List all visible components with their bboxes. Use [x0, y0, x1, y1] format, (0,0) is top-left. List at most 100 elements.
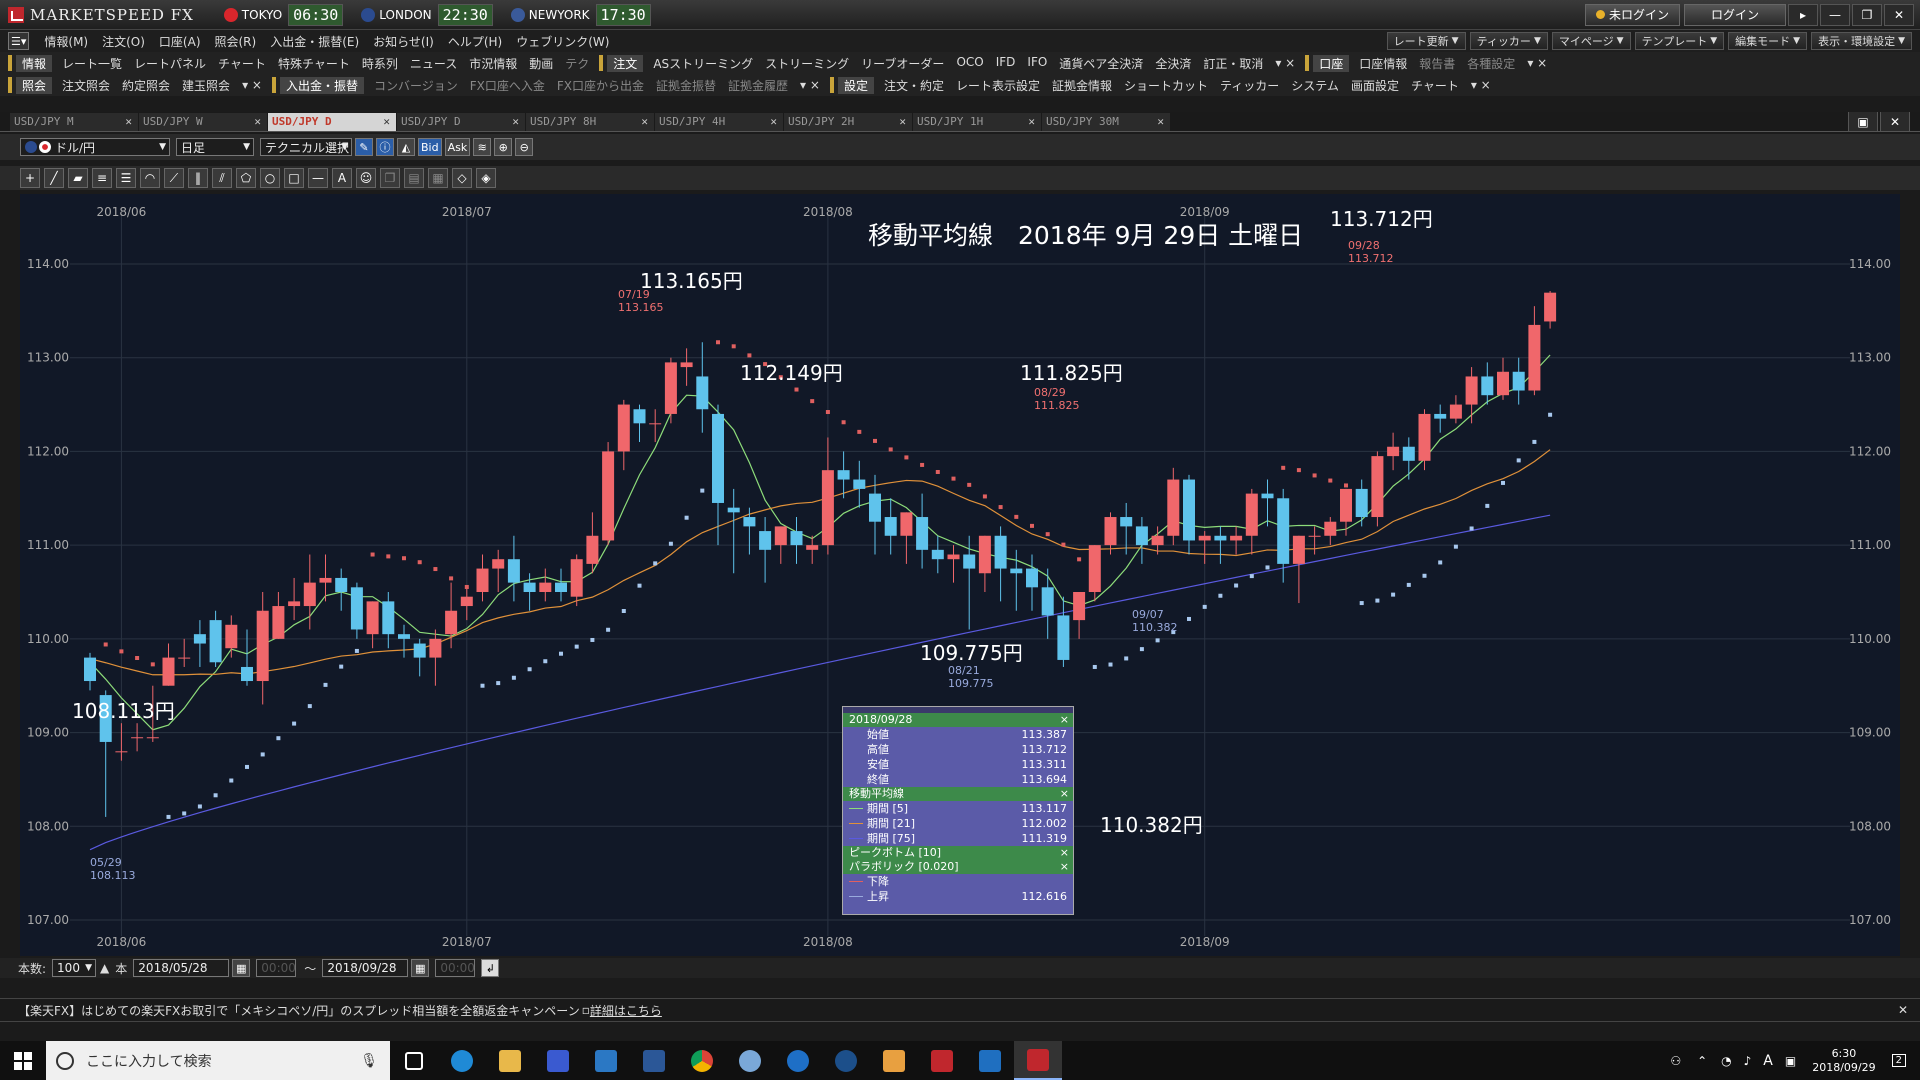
app-icon[interactable]: [822, 1041, 870, 1080]
menu-item[interactable]: お知らせ(I): [366, 33, 441, 50]
outlook-icon[interactable]: [966, 1041, 1014, 1080]
toolbar-item[interactable]: 画面設定: [1345, 77, 1405, 94]
up-icon[interactable]: ▲: [100, 961, 109, 975]
toolbar-item[interactable]: ニュース: [404, 55, 463, 72]
start-button[interactable]: [0, 1041, 46, 1080]
toolbar-item[interactable]: レート一覧: [56, 55, 128, 72]
toolbar-item[interactable]: 注文・約定: [878, 77, 950, 94]
calendar-icon[interactable]: ▦: [232, 959, 251, 977]
microphone-icon[interactable]: 🎙: [360, 1053, 378, 1069]
toolbar-item[interactable]: ショートカット: [1118, 77, 1214, 94]
network-icon[interactable]: ◔: [1721, 1054, 1731, 1068]
toolbar-item[interactable]: チャート: [212, 55, 272, 72]
toolbar-item[interactable]: IFO: [1021, 55, 1053, 72]
people-icon[interactable]: ⚇: [1670, 1054, 1681, 1068]
toolbar-item[interactable]: テク: [559, 55, 595, 72]
menu-right-button[interactable]: 編集モード ▼: [1728, 32, 1808, 50]
copy-icon[interactable]: ❐: [380, 168, 400, 188]
menu-item[interactable]: 照会(R): [208, 33, 264, 50]
close-icon[interactable]: ✕: [254, 115, 261, 128]
rectangle-icon[interactable]: □: [284, 168, 304, 188]
close-icon[interactable]: ✕: [899, 115, 906, 128]
pair-select[interactable]: ドル/円 ▼: [20, 138, 170, 156]
toolbar-item[interactable]: FX口座から出金: [551, 77, 650, 94]
login-status-button[interactable]: 未ログイン: [1584, 3, 1680, 26]
toolbar-item[interactable]: 建玉照会: [176, 77, 236, 94]
calculator-icon[interactable]: [534, 1041, 582, 1080]
keyboard-icon[interactable]: ▣: [1785, 1054, 1796, 1068]
menu-item[interactable]: 入出金・振替(E): [263, 33, 366, 50]
toolbar-item[interactable]: 市況情報: [463, 55, 523, 72]
toolbar-item[interactable]: 動画: [523, 55, 559, 72]
ie-icon[interactable]: [438, 1041, 486, 1080]
dropdown-icon[interactable]: ▾ ×: [1465, 78, 1497, 92]
menu-item[interactable]: 注文(O): [95, 33, 152, 50]
chevron-up-icon[interactable]: ⌃: [1697, 1054, 1707, 1068]
menu-right-button[interactable]: マイページ ▼: [1551, 32, 1631, 50]
tab-chart[interactable]: USD/JPY D ✕: [268, 112, 396, 131]
dropdown-icon[interactable]: ▾ ×: [236, 78, 268, 92]
close-icon[interactable]: ×: [1060, 860, 1069, 874]
pentagon-icon[interactable]: ⬠: [236, 168, 256, 188]
to-time-field[interactable]: 00:00: [435, 959, 476, 977]
toolbar-item[interactable]: システム: [1285, 77, 1345, 94]
close-icon[interactable]: ×: [1060, 787, 1069, 801]
chrome-icon[interactable]: [678, 1041, 726, 1080]
taskbar-clock[interactable]: 6:30 2018/09/29: [1812, 1047, 1875, 1075]
mountain-chart-icon[interactable]: ◭: [397, 138, 415, 156]
close-icon[interactable]: ✕: [512, 115, 519, 128]
paste-icon[interactable]: ▤: [404, 168, 424, 188]
close-icon[interactable]: ✕: [1028, 115, 1035, 128]
ask-button[interactable]: Ask: [444, 138, 471, 156]
paint-icon[interactable]: [726, 1041, 774, 1080]
close-icon[interactable]: ✕: [1884, 3, 1914, 26]
period-select[interactable]: 日足 ▼: [176, 138, 254, 156]
text-icon[interactable]: A: [332, 168, 352, 188]
candle-style-icon[interactable]: ≋: [473, 138, 492, 156]
zoom-in-icon[interactable]: ⊕: [494, 138, 513, 156]
hamburger-icon[interactable]: ☰▾: [8, 32, 30, 50]
zoom-out-icon[interactable]: ⊖: [515, 138, 534, 156]
from-date-field[interactable]: 2018/05/28: [133, 959, 230, 977]
restore-icon[interactable]: ❐: [1852, 3, 1882, 26]
hlines-icon[interactable]: ≡: [92, 168, 112, 188]
notification-icon[interactable]: 2: [1891, 1054, 1906, 1067]
fib-lines-icon[interactable]: ☰: [116, 168, 136, 188]
toolbar-item[interactable]: 注文照会: [56, 77, 116, 94]
login-button[interactable]: ログイン: [1684, 3, 1786, 26]
toolbar-item[interactable]: コンバージョン: [368, 77, 464, 94]
delete-icon[interactable]: ▦: [428, 168, 448, 188]
info-icon[interactable]: ⓘ: [376, 138, 394, 156]
word-icon[interactable]: [630, 1041, 678, 1080]
pen-icon[interactable]: ✎: [355, 138, 373, 156]
toolbar-item[interactable]: 全決済: [1149, 55, 1197, 72]
fan-icon[interactable]: ⟋: [164, 168, 184, 188]
bid-button[interactable]: Bid: [418, 138, 442, 156]
toolbar-item[interactable]: 特殊チャート: [272, 55, 356, 72]
close-icon[interactable]: ×: [1060, 713, 1069, 727]
menu-right-button[interactable]: テンプレート ▼: [1634, 32, 1725, 50]
toolbar-item[interactable]: 各種設定: [1461, 55, 1521, 72]
toolbar-item[interactable]: 通貨ペア全決済: [1053, 55, 1149, 72]
calendar-icon[interactable]: ▦: [411, 959, 430, 977]
eraser-icon[interactable]: ▰: [68, 168, 88, 188]
ticker-link[interactable]: 詳細はこちら: [590, 1002, 662, 1019]
to-date-field[interactable]: 2018/09/28: [322, 959, 409, 977]
toolbar-item[interactable]: ストリーミング: [759, 55, 855, 72]
toolbar-item[interactable]: 証拠金履歴: [722, 77, 794, 94]
toolbar-item[interactable]: レート表示設定: [950, 77, 1046, 94]
taskbar-search[interactable]: ここに入力して検索 🎙: [46, 1041, 390, 1080]
volume-icon[interactable]: ♪: [1744, 1054, 1752, 1068]
toolbar-item[interactable]: IFD: [990, 55, 1022, 72]
icon-stamp-icon[interactable]: ☺: [356, 168, 376, 188]
tab-chart[interactable]: USD/JPY 30M ✕: [1042, 112, 1170, 131]
close-icon[interactable]: ✕: [770, 115, 777, 128]
app-icon[interactable]: [870, 1041, 918, 1080]
close-icon[interactable]: ✕: [1880, 112, 1910, 131]
ime-indicator[interactable]: A: [1763, 1053, 1773, 1069]
tab-chart[interactable]: USD/JPY 1H ✕: [913, 112, 1041, 131]
tab-chart[interactable]: USD/JPY 4H ✕: [655, 112, 783, 131]
toolbar-item[interactable]: 訂正・取消: [1197, 55, 1269, 72]
menu-item[interactable]: ウェブリンク(W): [509, 33, 616, 50]
menu-right-button[interactable]: ティッカー ▼: [1469, 32, 1548, 50]
